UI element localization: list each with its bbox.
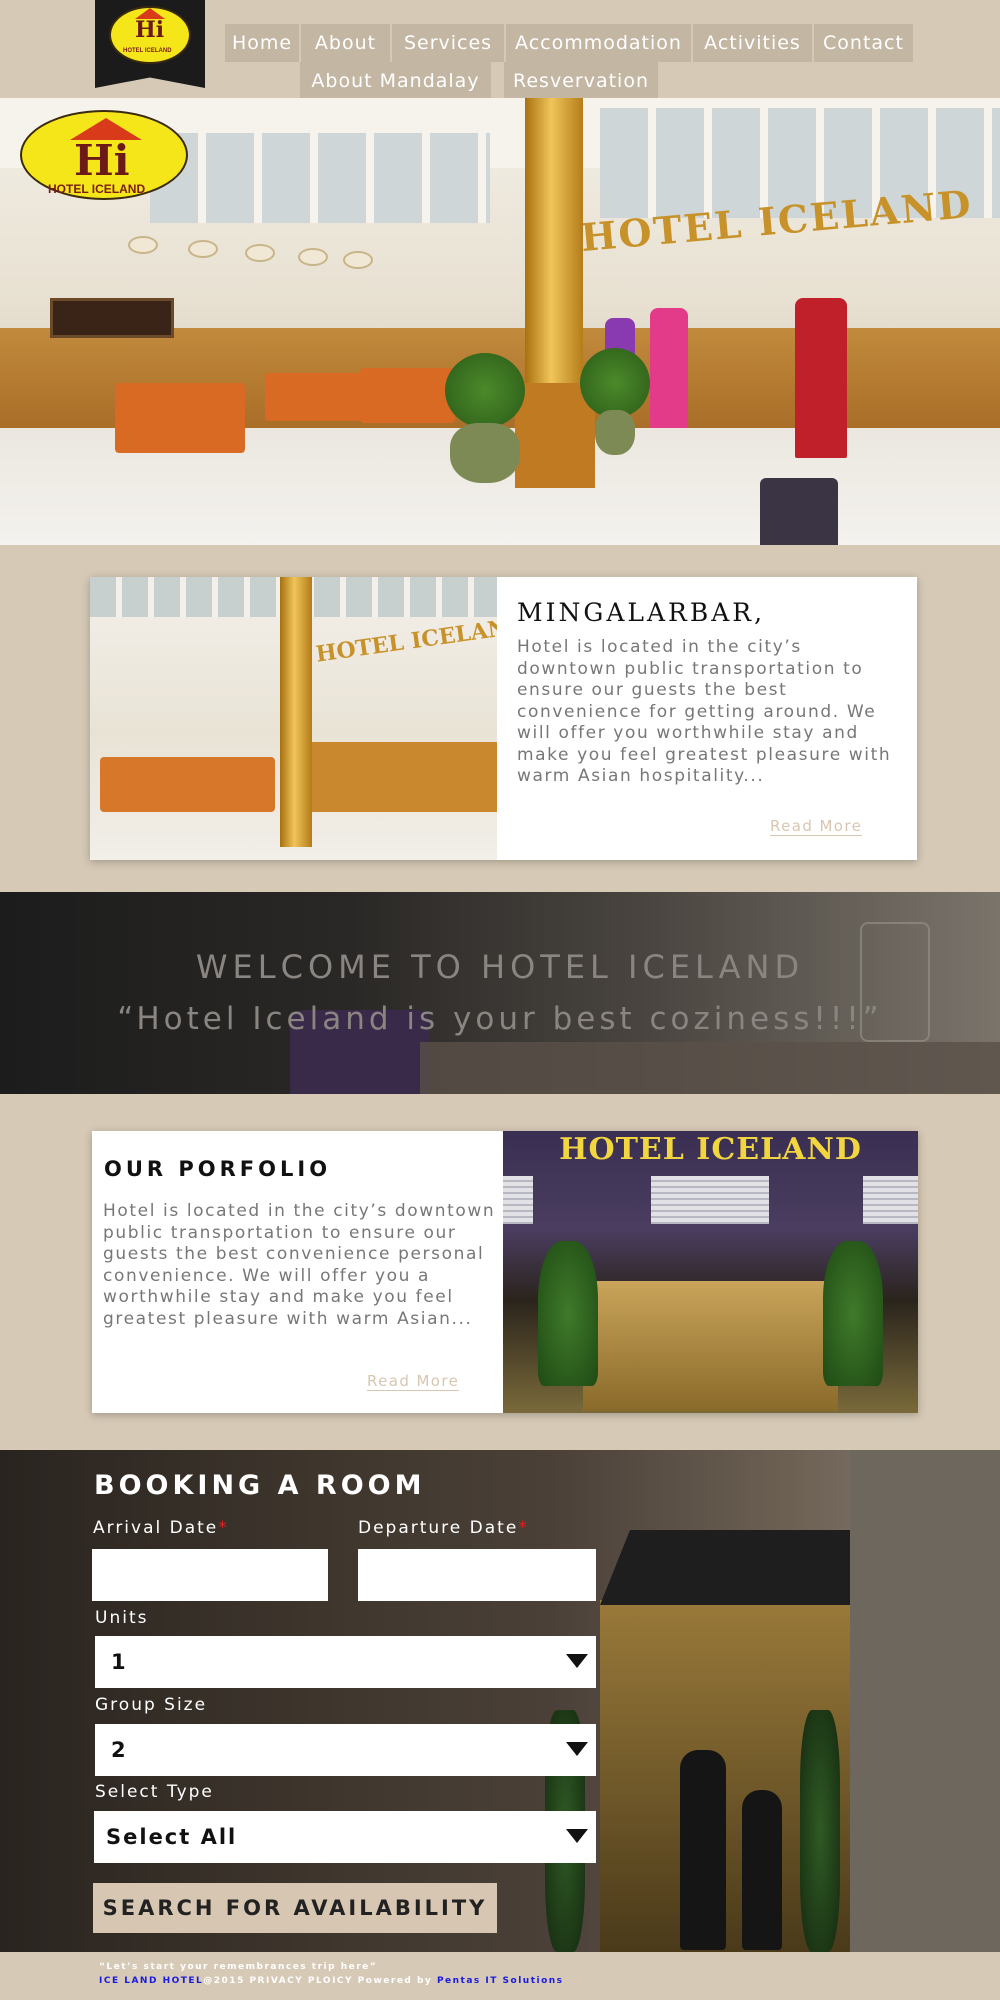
hero-pot [595,410,635,455]
portfolio-photo-sign: HOTEL ICELAND [559,1132,862,1167]
clock-icon [245,244,275,262]
select-type-label: Select Type [95,1782,214,1802]
search-availability-button[interactable]: SEARCH FOR AVAILABILITY [93,1883,497,1933]
chevron-down-icon [566,1654,588,1668]
intro-photo-sign: HOTEL ICELAND [314,612,497,668]
intro-text: Hotel is located in the city’s downtown … [517,637,892,786]
nav-reservation[interactable]: Resvervation [504,62,659,100]
portfolio-photo-shutter [863,1176,918,1224]
portfolio-title: OUR PORFOLIO [104,1157,332,1181]
portfolio-photo-entrance [583,1281,838,1411]
required-mark: * [518,1518,529,1538]
hero-plant [445,353,525,428]
logo-name: HOTEL ICELAND [123,48,172,54]
hero-guest [650,308,688,428]
arrival-date-input[interactable] [92,1549,328,1601]
nav-home[interactable]: Home [225,24,300,62]
footer-tagline: “Let’s start your remembrances trip here… [99,1962,378,1972]
portfolio-photo-shutter [651,1176,769,1224]
clock-icon [188,240,218,258]
chevron-down-icon [566,1829,588,1843]
room-type-select-value: Select All [106,1825,238,1849]
group-size-select[interactable]: 2 [95,1724,596,1776]
hero-logo-name: HOTEL ICELAND [48,182,146,196]
hero-sofa [265,373,365,421]
nav-about-mandalay[interactable]: About Mandalay [300,62,492,100]
hero-logo-mark: Hi [74,136,130,185]
intro-photo-pillar [280,577,312,847]
arrival-date-label-text: Arrival Date [93,1518,219,1538]
hero-plant [580,348,650,418]
clock-icon [343,251,373,269]
booking-bg-doorman [680,1750,726,1950]
chevron-down-icon [566,1742,588,1756]
intro-photo-desk [310,742,497,812]
room-type-select[interactable]: Select All [94,1811,596,1863]
intro-read-more-link[interactable]: Read More [770,817,863,836]
hero-pot [450,423,520,483]
welcome-quote: “Hotel Iceland is your best coziness!!!” [117,1001,883,1037]
nav-about[interactable]: About [301,24,391,62]
portfolio-photo-shutter [503,1176,533,1224]
hero-bellboy [795,298,847,458]
arrival-date-label: Arrival Date* [93,1518,229,1538]
footer-copyright: ICE LAND HOTEL@2015 PRIVACY PLOICY Power… [99,1976,564,1986]
intro-photo: HOTEL ICELAND [90,577,497,860]
booking-bg-wall [850,1450,1000,1952]
intro-title: MINGALARBAR, [517,598,766,627]
clock-icon [298,248,328,266]
nav-accommodation[interactable]: Accommodation [506,24,692,62]
welcome-title: WELCOME TO HOTEL ICELAND [195,948,805,986]
hero-windows [150,133,490,223]
footer-brand-link[interactable]: ICE LAND HOTEL [99,1976,203,1986]
booking-bg-plant [800,1710,840,1952]
portfolio-read-more-link[interactable]: Read More [367,1372,460,1391]
departure-date-label: Departure Date* [358,1518,529,1538]
required-mark: * [218,1518,229,1538]
units-label: Units [95,1608,149,1628]
departure-date-input[interactable] [358,1549,596,1601]
clock-icon [128,236,158,254]
hero-suitcase [760,478,838,545]
nav-activities[interactable]: Activities [693,24,813,62]
logo-mark: Hi [135,17,165,43]
units-select[interactable]: 1 [95,1636,596,1688]
hero-lobby-image: HOTEL ICELAND Hi HOTEL ICELAND [0,98,1000,545]
intro-photo-chairs [100,757,275,812]
group-size-label: Group Size [95,1695,208,1715]
welcome-banner [0,892,1000,1094]
hero-sofa [360,368,455,423]
portfolio-text: Hotel is located in the city’s downtown … [103,1201,496,1329]
portfolio-photo: HOTEL ICELAND [503,1131,918,1413]
hero-painting [50,298,174,338]
welcome-table [420,1042,1000,1094]
units-select-value: 1 [111,1650,127,1674]
nav-contact[interactable]: Contact [814,24,914,62]
hero-sofa [115,383,245,453]
nav-services[interactable]: Services [392,24,505,62]
site-header: Hi HOTEL ICELAND Home About Services Acc… [0,0,1000,100]
booking-title: BOOKING A ROOM [94,1470,426,1501]
departure-date-label-text: Departure Date [358,1518,519,1538]
portfolio-photo-tree [823,1241,883,1386]
booking-bg-guest [742,1790,782,1950]
group-size-select-value: 2 [111,1738,127,1762]
logo-badge[interactable]: Hi HOTEL ICELAND [95,0,205,88]
footer-copyright-text: @2015 PRIVACY PLOICY Powered by [203,1976,437,1986]
footer-powered-link[interactable]: Pentas IT Solutions [437,1976,564,1986]
portfolio-photo-tree [538,1241,598,1386]
